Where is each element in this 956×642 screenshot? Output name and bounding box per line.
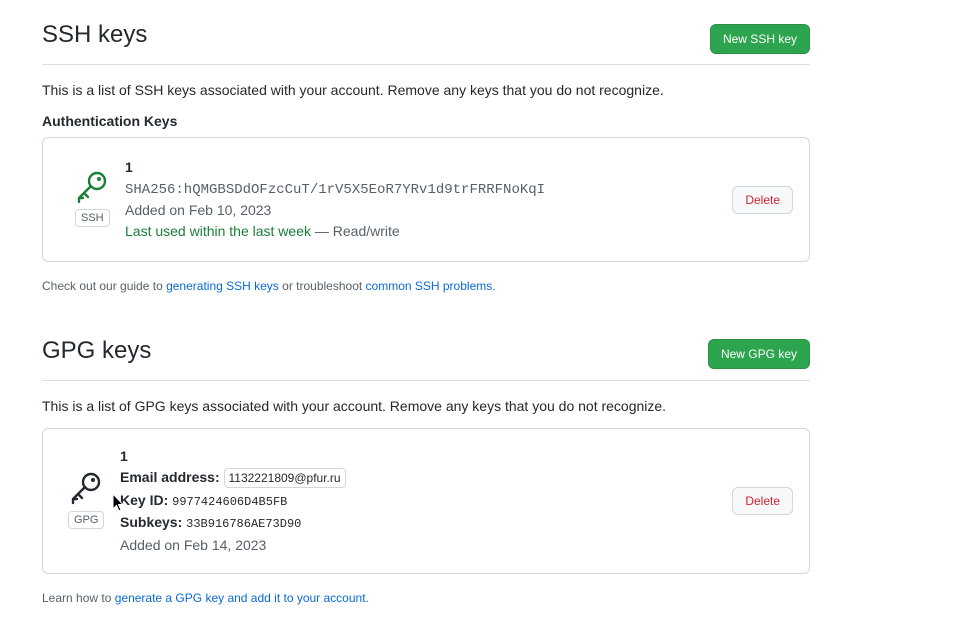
ssh-badge: SSH xyxy=(75,209,110,227)
ssh-key-item: SSH 1 SHA256:hQMGBSDdOFzcCuT/1rV5X5EoR7Y… xyxy=(42,137,810,262)
gpg-subkeys-row: Subkeys: 33B916786AE73D90 xyxy=(120,513,301,533)
gpg-key-added-date: Added on Feb 14, 2023 xyxy=(120,537,267,553)
gpg-subkeys-value: 33B916786AE73D90 xyxy=(186,517,302,531)
gpg-footer: Learn how to generate a GPG key and add … xyxy=(42,590,369,606)
authentication-keys-heading: Authentication Keys xyxy=(42,113,178,129)
ssh-footer-middle: or troubleshoot xyxy=(278,279,366,293)
delete-ssh-key-button[interactable]: Delete xyxy=(732,186,793,214)
new-ssh-key-button[interactable]: New SSH key xyxy=(709,24,810,54)
generate-gpg-key-link[interactable]: generate a GPG key and add it to your ac… xyxy=(115,591,366,605)
gpg-footer-suffix: . xyxy=(365,591,369,605)
ssh-description: This is a list of SSH keys associated wi… xyxy=(42,82,664,98)
key-icon xyxy=(77,171,107,204)
ssh-footer-prefix: Check out our guide to xyxy=(42,279,167,293)
gpg-key-item: GPG 1 Email address: 1132221809@pfur.ru … xyxy=(42,428,810,574)
key-icon xyxy=(71,472,101,505)
ssh-key-fingerprint: SHA256:hQMGBSDdOFzcCuT/1rV5X5EoR7YRv1d9t… xyxy=(125,182,546,198)
gpg-email-row: Email address: 1132221809@pfur.ru xyxy=(120,468,346,489)
gpg-keyid-row: Key ID: 9977424606D4B5FB xyxy=(120,491,287,511)
gpg-keys-section: GPG keys New GPG key xyxy=(42,337,810,381)
ssh-key-last-used: Last used within the last week xyxy=(125,223,311,239)
ssh-keys-title: SSH keys xyxy=(42,21,148,48)
gpg-description: This is a list of GPG keys associated wi… xyxy=(42,398,667,414)
gpg-keys-header: GPG keys New GPG key xyxy=(42,337,810,381)
gpg-key-title: 1 xyxy=(120,448,128,464)
ssh-key-title: 1 xyxy=(125,159,133,175)
gpg-footer-prefix: Learn how to xyxy=(42,591,115,605)
delete-gpg-key-button[interactable]: Delete xyxy=(732,487,793,515)
email-address-label: Email address: xyxy=(120,469,220,485)
ssh-footer: Check out our guide to generating SSH ke… xyxy=(42,278,496,294)
new-gpg-key-button[interactable]: New GPG key xyxy=(707,339,810,369)
mouse-cursor-icon xyxy=(112,493,124,512)
gpg-key-id-value: 9977424606D4B5FB xyxy=(172,495,288,509)
gpg-badge: GPG xyxy=(68,511,105,529)
gpg-email-value: 1132221809@pfur.ru xyxy=(223,468,346,489)
gpg-keys-title: GPG keys xyxy=(42,337,152,364)
key-id-label: Key ID: xyxy=(120,492,169,508)
common-ssh-problems-link[interactable]: common SSH problems xyxy=(366,279,493,293)
ssh-key-added-date: Added on Feb 10, 2023 xyxy=(125,202,272,218)
ssh-key-usage: Last used within the last week — Read/wr… xyxy=(125,222,400,240)
ssh-keys-section: SSH keys New SSH key xyxy=(42,21,810,65)
ssh-keys-header: SSH keys New SSH key xyxy=(42,21,810,65)
subkeys-label: Subkeys: xyxy=(120,514,183,530)
ssh-footer-suffix: . xyxy=(492,279,496,293)
ssh-key-access: — Read/write xyxy=(311,223,400,239)
generating-ssh-keys-link[interactable]: generating SSH keys xyxy=(166,279,279,293)
